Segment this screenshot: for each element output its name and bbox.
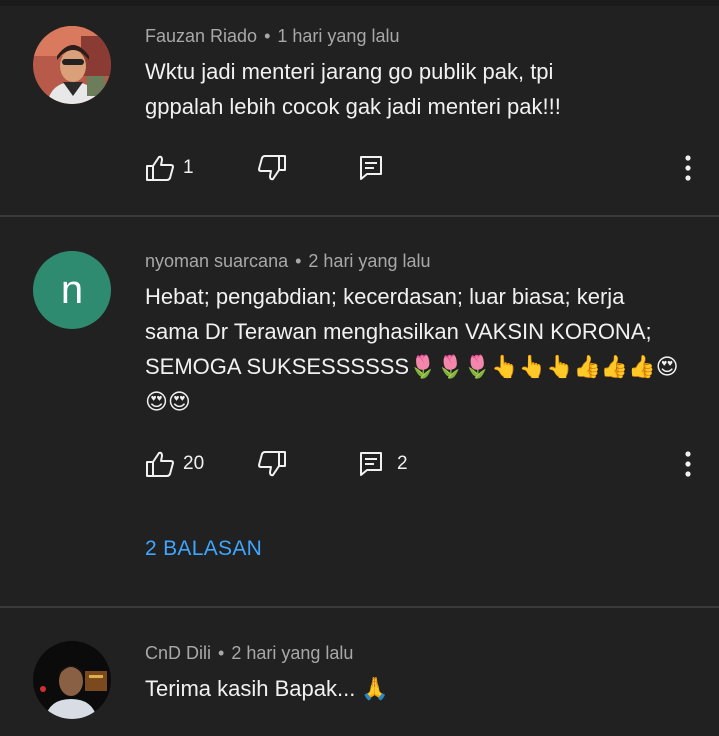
thumbs-up-icon <box>146 155 174 181</box>
reply-button[interactable] <box>359 153 383 183</box>
like-button[interactable]: 20 <box>145 449 204 479</box>
comment-text-line: Wktu jadi menteri jarang go publik pak, … <box>145 59 554 84</box>
comment-text-line: sama Dr Terawan menghasilkan VAKSIN KORO… <box>145 319 652 344</box>
comment-text: Hebat; pengabdian; kecerdasan; luar bias… <box>145 279 685 419</box>
avatar[interactable] <box>33 641 111 719</box>
author-name[interactable]: Fauzan Riado <box>145 26 257 46</box>
comment-meta: CnD Dili • 2 hari yang lalu <box>145 643 353 664</box>
reply-comment-icon <box>360 452 382 476</box>
avatar[interactable]: n <box>33 251 111 329</box>
more-vert-icon <box>685 451 691 477</box>
thumbs-down-icon <box>258 155 286 181</box>
comment-actions: 1 <box>145 153 695 183</box>
comment-actions: 20 2 <box>145 449 695 479</box>
comment-item: Fauzan Riado • 1 hari yang lalu Wktu jadi … <box>0 0 719 216</box>
more-options-button[interactable] <box>681 153 695 183</box>
comment-text-line: gppalah lebih cocok gak jadi menteri pak… <box>145 94 561 119</box>
like-count: 1 <box>183 157 194 178</box>
separator: • <box>295 251 302 271</box>
comment-time[interactable]: 2 hari yang lalu <box>231 643 353 663</box>
comment-time[interactable]: 2 hari yang lalu <box>308 251 430 271</box>
comment-text-line: Hebat; pengabdian; kecerdasan; luar bias… <box>145 284 625 309</box>
comment-text: Terima kasih Bapak... 🙏 <box>145 671 685 706</box>
comment-text-line: 😍😍 <box>145 389 191 414</box>
comment-meta: Fauzan Riado • 1 hari yang lalu <box>145 26 399 47</box>
separator: • <box>218 643 225 663</box>
dislike-button[interactable] <box>257 449 287 479</box>
view-replies-link[interactable]: 2 BALASAN <box>145 537 262 561</box>
avatar[interactable] <box>33 26 111 104</box>
thumbs-down-icon <box>258 451 286 477</box>
reply-count: 2 <box>397 453 408 474</box>
separator: • <box>264 26 271 46</box>
comment-item: n nyoman suarcana • 2 hari yang lalu Hebat… <box>0 217 719 607</box>
comment-meta: nyoman suarcana • 2 hari yang lalu <box>145 251 431 272</box>
avatar-letter: n <box>60 267 84 312</box>
comment-item: CnD Dili • 2 hari yang lalu Terima kasih B… <box>0 608 719 736</box>
author-name[interactable]: CnD Dili <box>145 643 211 663</box>
like-count: 20 <box>183 453 205 474</box>
dislike-button[interactable] <box>257 153 287 183</box>
reply-comment-icon <box>360 156 382 180</box>
reply-button[interactable]: 2 <box>359 449 408 479</box>
author-name[interactable]: nyoman suarcana <box>145 251 288 271</box>
comment-time[interactable]: 1 hari yang lalu <box>277 26 399 46</box>
thumbs-up-icon <box>146 451 174 477</box>
comment-text-line: SEMOGA SUKSESSSSSS🌷🌷🌷👆👆👆👍👍👍😍 <box>145 354 679 379</box>
comment-text: Wktu jadi menteri jarang go publik pak, … <box>145 54 685 124</box>
comment-text-line: Terima kasih Bapak... 🙏 <box>145 676 389 701</box>
like-button[interactable]: 1 <box>145 153 194 183</box>
more-options-button[interactable] <box>681 449 695 479</box>
more-vert-icon <box>685 155 691 181</box>
